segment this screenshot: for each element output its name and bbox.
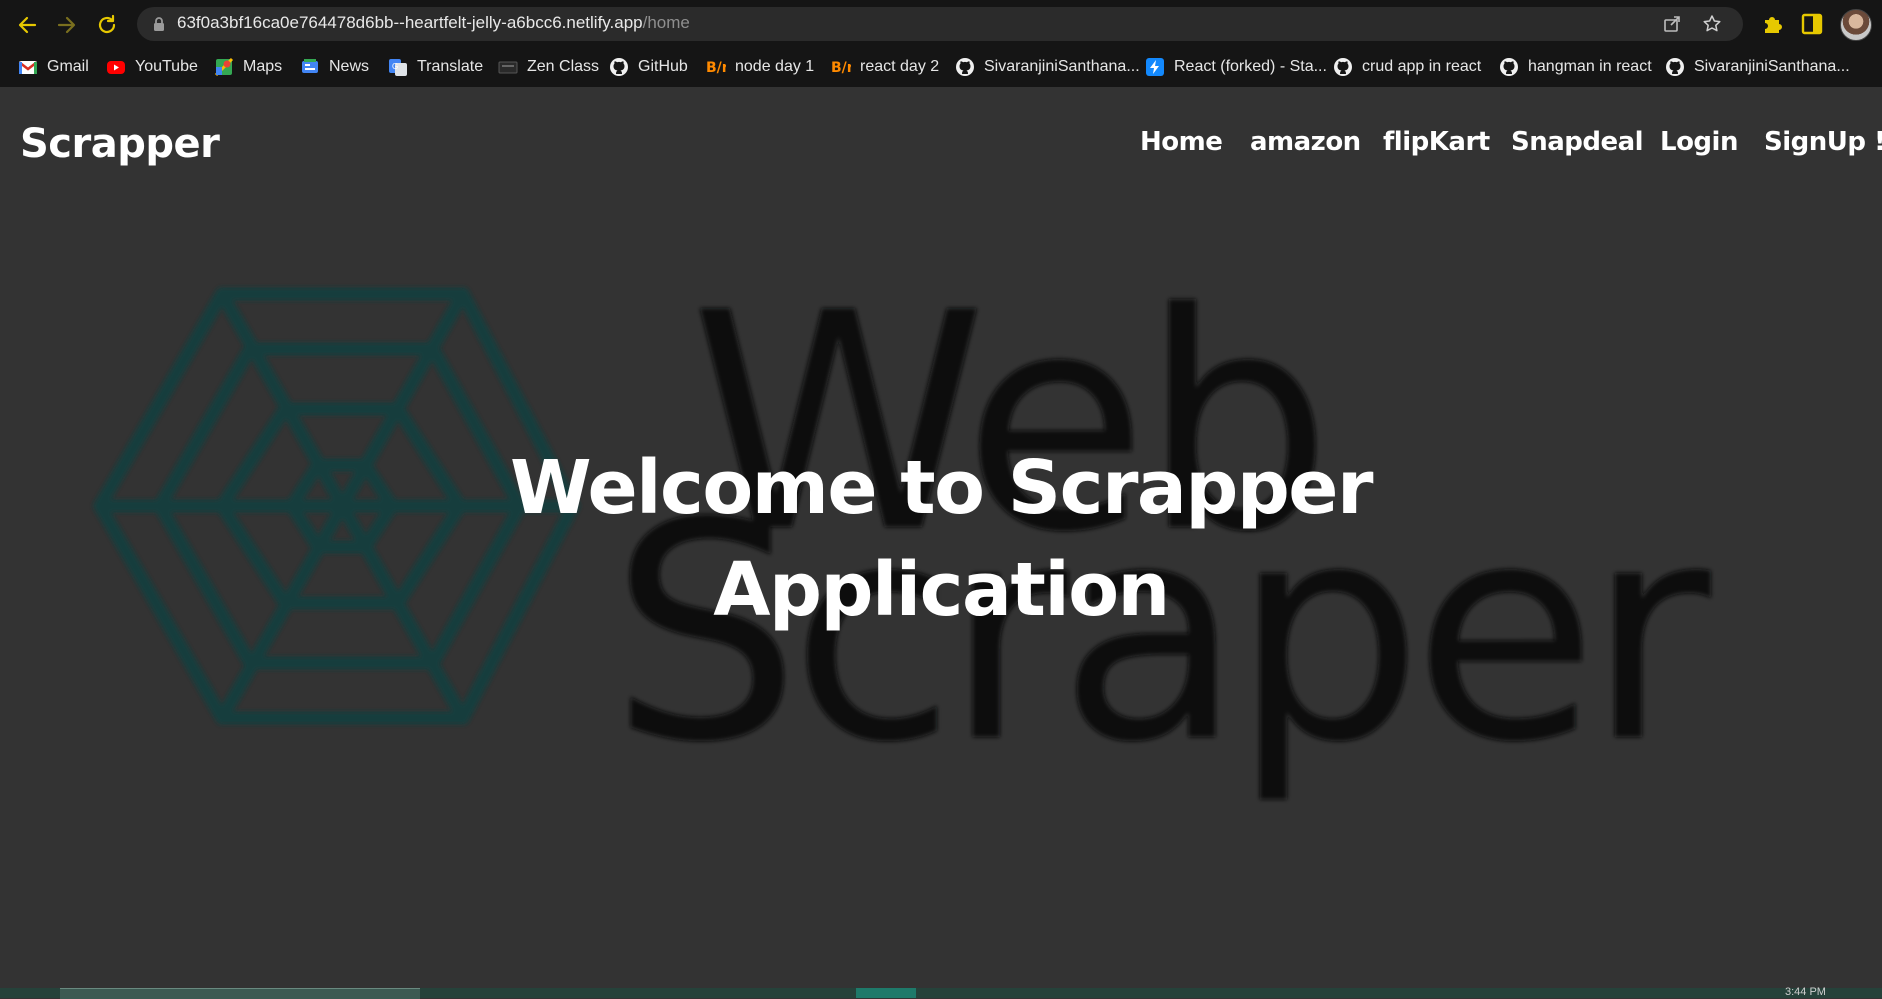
nav-flipkart[interactable]: flipKart bbox=[1383, 127, 1490, 157]
github-icon bbox=[1666, 58, 1684, 76]
zen-class-icon bbox=[498, 61, 518, 74]
bookmark-star-icon[interactable] bbox=[1702, 14, 1722, 34]
back-button[interactable] bbox=[14, 12, 40, 38]
bookmark-label: GitHub bbox=[638, 58, 688, 75]
bn-icon: B/n bbox=[831, 60, 851, 76]
share-icon[interactable] bbox=[1662, 14, 1682, 34]
svg-text:B/n: B/n bbox=[831, 60, 851, 76]
bookmark-label: Translate bbox=[417, 58, 484, 75]
bookmark-label: hangman in react bbox=[1528, 58, 1652, 75]
url-text[interactable]: 63f0a3bf16ca0e764478d6bb--heartfelt-jell… bbox=[177, 13, 690, 33]
site-brand-logo[interactable]: Scrapper bbox=[20, 121, 220, 167]
bookmark-label: Gmail bbox=[47, 58, 89, 75]
svg-text:G: G bbox=[392, 62, 398, 71]
bookmark-label: react day 2 bbox=[860, 58, 940, 75]
news-icon bbox=[302, 59, 318, 73]
bookmark-sivaranjini-2[interactable]: SivaranjiniSanthana... bbox=[1665, 56, 1850, 78]
bookmark-label: SivaranjiniSanthana... bbox=[1694, 58, 1850, 75]
svg-text:B/n: B/n bbox=[706, 60, 726, 76]
forward-arrow-icon bbox=[57, 16, 76, 34]
bookmarks-bar: Gmail YouTube Maps News G Translate Zen … bbox=[0, 48, 1882, 87]
nav-login[interactable]: Login bbox=[1660, 127, 1738, 157]
bookmark-node-day-1[interactable]: B/n node day 1 bbox=[706, 56, 814, 78]
maps-icon bbox=[214, 57, 234, 77]
github-icon bbox=[1500, 58, 1518, 76]
nav-signup[interactable]: SignUp ! bbox=[1764, 127, 1882, 157]
bookmark-label: Maps bbox=[243, 58, 283, 75]
address-bar[interactable]: 63f0a3bf16ca0e764478d6bb--heartfelt-jell… bbox=[137, 7, 1743, 41]
bookmark-label: node day 1 bbox=[735, 58, 815, 75]
profile-avatar[interactable] bbox=[1840, 9, 1872, 41]
nav-home[interactable]: Home bbox=[1140, 127, 1223, 157]
bookmark-label: crud app in react bbox=[1362, 58, 1482, 75]
github-icon bbox=[1334, 58, 1352, 76]
hero-line-2: Application bbox=[713, 547, 1170, 633]
url-host: 63f0a3bf16ca0e764478d6bb--heartfelt-jell… bbox=[177, 13, 643, 32]
bookmark-sivaranjini-1[interactable]: SivaranjiniSanthana... bbox=[955, 56, 1140, 78]
bookmark-news[interactable]: News bbox=[300, 56, 369, 78]
bookmark-react-day-2[interactable]: B/n react day 2 bbox=[831, 56, 939, 78]
reload-icon bbox=[98, 14, 116, 34]
bn-icon: B/n bbox=[706, 60, 726, 76]
bookmark-hangman[interactable]: hangman in react bbox=[1499, 56, 1652, 78]
stackblitz-icon bbox=[1146, 58, 1164, 76]
bookmark-github[interactable]: GitHub bbox=[609, 56, 688, 78]
bookmark-translate[interactable]: G Translate bbox=[388, 56, 483, 78]
reload-button[interactable] bbox=[94, 12, 120, 38]
youtube-icon bbox=[107, 61, 125, 74]
url-path: /home bbox=[642, 13, 690, 32]
forward-button[interactable] bbox=[54, 12, 80, 38]
page-content: Web Scraper Scrapper Home amazon flipKar… bbox=[0, 87, 1882, 988]
browser-chrome: 63f0a3bf16ca0e764478d6bb--heartfelt-jell… bbox=[0, 0, 1882, 87]
gmail-icon bbox=[18, 61, 38, 74]
taskbar-active-app[interactable] bbox=[856, 988, 916, 998]
nav-snapdeal[interactable]: Snapdeal bbox=[1511, 127, 1644, 157]
hero-line-1: Welcome to Scrapper bbox=[510, 445, 1374, 531]
os-taskbar: 3:44 PM bbox=[0, 986, 1882, 999]
bookmark-label: SivaranjiniSanthana... bbox=[984, 58, 1140, 75]
bookmark-crud-app[interactable]: crud app in react bbox=[1333, 56, 1481, 78]
bookmark-label: React (forked) - Sta... bbox=[1174, 58, 1327, 75]
bookmark-label: Zen Class bbox=[527, 58, 600, 75]
bookmark-youtube[interactable]: YouTube bbox=[106, 56, 198, 78]
back-arrow-icon bbox=[18, 16, 37, 34]
bookmark-maps[interactable]: Maps bbox=[214, 56, 282, 78]
github-icon bbox=[610, 58, 628, 76]
bookmark-zen-class[interactable]: Zen Class bbox=[498, 56, 599, 78]
browser-toolbar: 63f0a3bf16ca0e764478d6bb--heartfelt-jell… bbox=[0, 0, 1882, 48]
translate-icon: G bbox=[389, 59, 407, 76]
hero-heading: Welcome to Scrapper Application bbox=[491, 437, 1391, 641]
taskbar-window-button[interactable] bbox=[60, 988, 420, 999]
lock-icon bbox=[154, 17, 164, 31]
bookmark-label: News bbox=[329, 58, 370, 75]
taskbar-clock: 3:44 PM bbox=[1785, 986, 1826, 998]
nav-amazon[interactable]: amazon bbox=[1250, 127, 1361, 157]
github-icon bbox=[956, 58, 974, 76]
extensions-puzzle-icon[interactable] bbox=[1760, 12, 1784, 36]
side-panel-icon[interactable] bbox=[1800, 12, 1824, 36]
bookmark-react-forked[interactable]: React (forked) - Sta... bbox=[1145, 56, 1327, 78]
bookmark-label: YouTube bbox=[135, 58, 198, 75]
bookmark-gmail[interactable]: Gmail bbox=[18, 56, 89, 78]
